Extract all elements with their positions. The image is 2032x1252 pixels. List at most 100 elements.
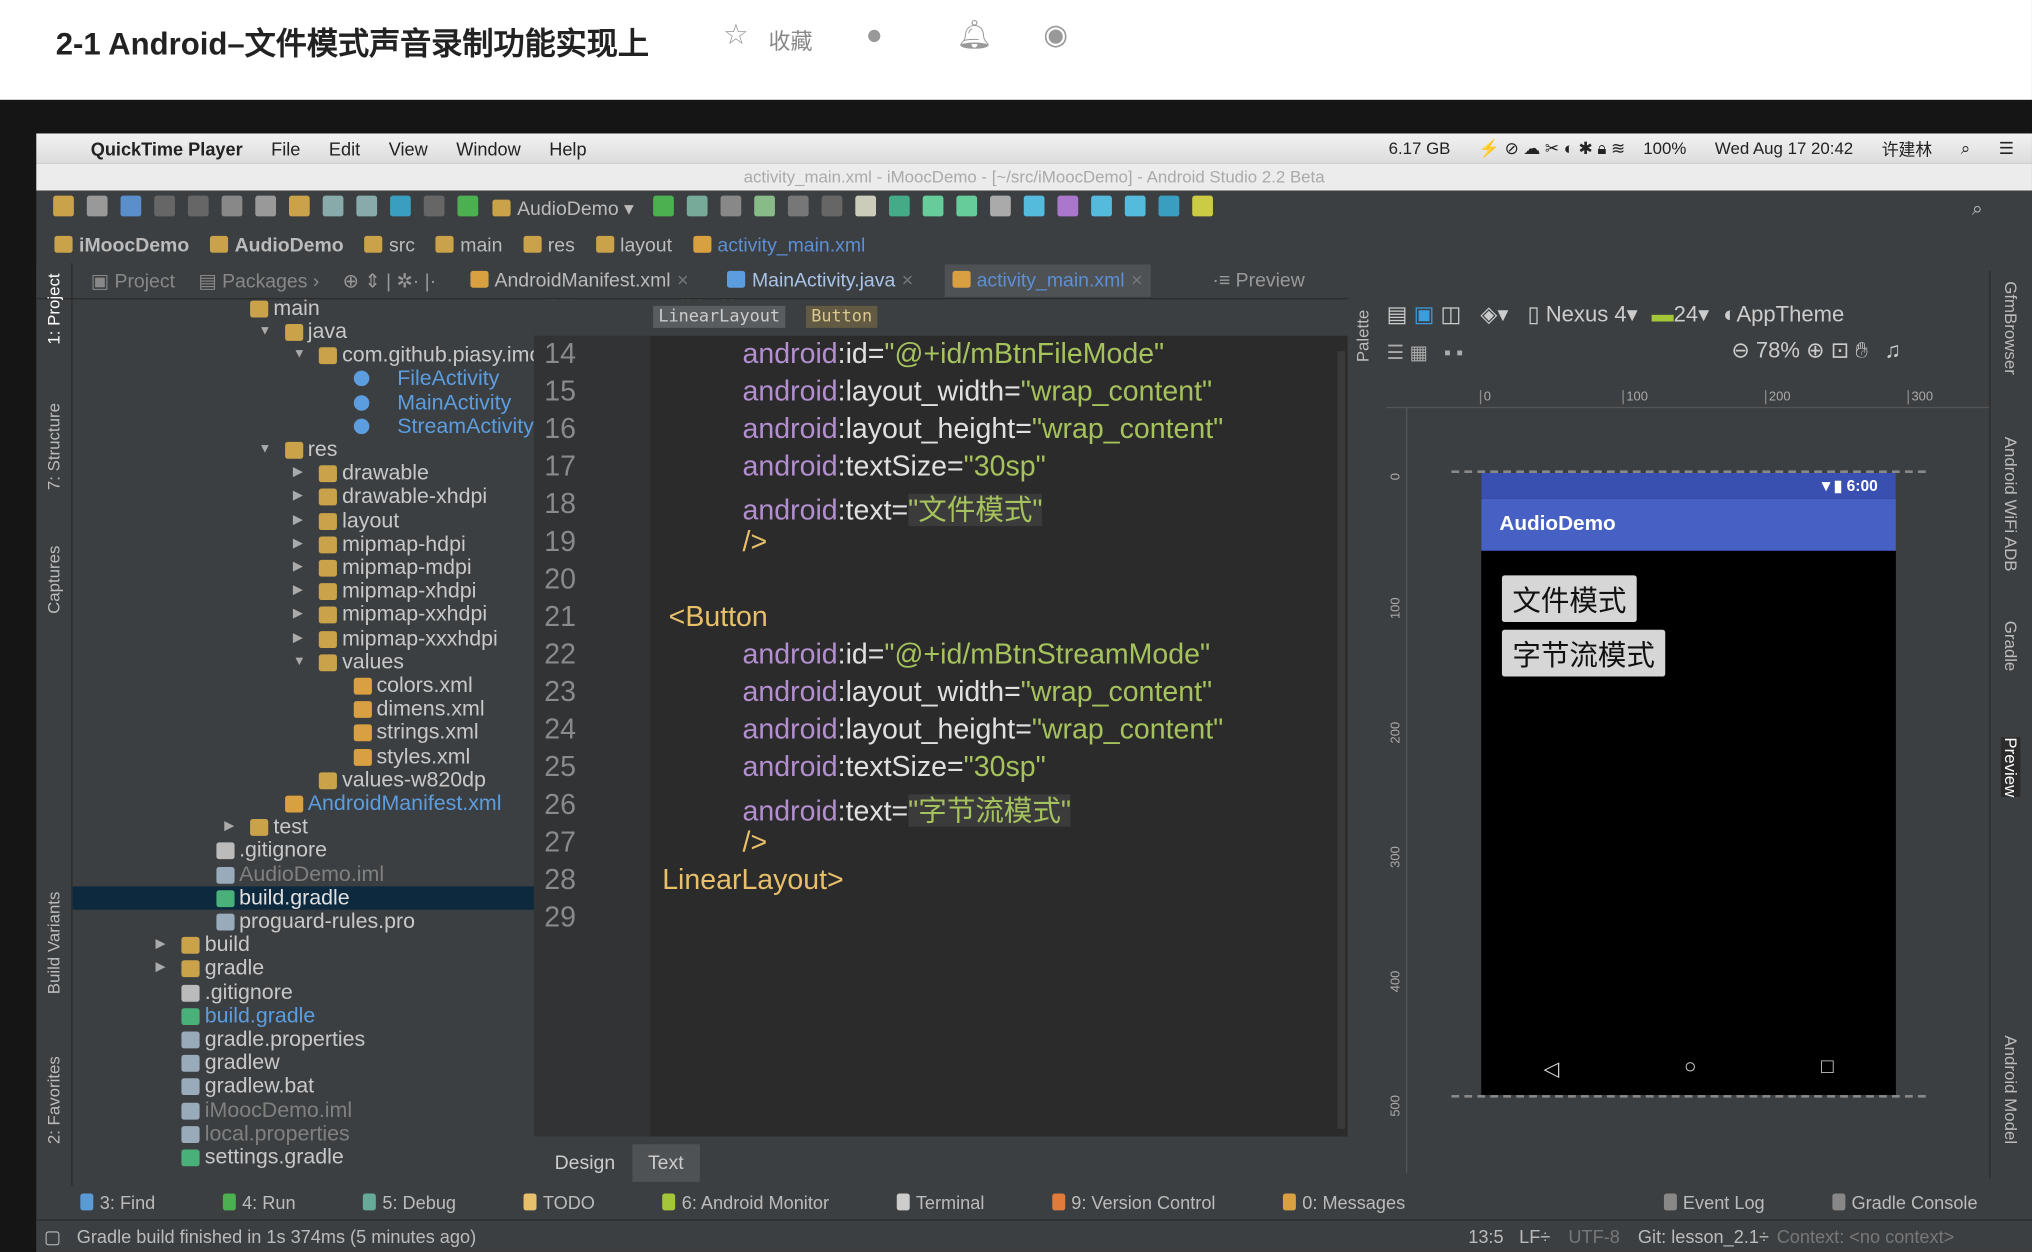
tree-item[interactable]: ▶ mipmap-xhdpi [73,580,534,603]
zoom-in-icon[interactable]: ⊕ [1806,338,1824,363]
expand-right-icon[interactable]: ▶ [293,603,303,626]
line-separator[interactable]: LF÷ [1519,1226,1550,1247]
api-dropdown[interactable]: ▬24▾ [1652,302,1710,327]
code-line[interactable]: android:layout_height="wrap_content" [743,412,1224,446]
expand-down-icon[interactable]: ▼ [293,650,306,673]
notification-list-icon[interactable]: ☰ [1999,138,2014,159]
tree-item[interactable]: ▼ com.github.piasy.imo [73,344,534,367]
expand-right-icon[interactable]: ▶ [224,815,234,838]
expand-down-icon[interactable]: ▼ [259,320,272,343]
tab-packages[interactable]: ▤ Packages › [198,269,319,292]
expand-right-icon[interactable]: ▶ [293,532,303,555]
breadcrumb-item[interactable]: layout [595,234,672,256]
tree-item[interactable]: AndroidManifest.xml [73,792,534,815]
tree-item[interactable]: gradle.properties [73,1028,534,1051]
toolbar-icons-right[interactable] [647,195,1220,222]
tree-item[interactable]: ▼ values [73,650,534,673]
menu-help[interactable]: Help [549,138,586,159]
menu-window[interactable]: Window [456,138,521,159]
stream-mode-button[interactable]: 字节流模式 [1501,629,1666,677]
tool-window-right-1[interactable]: Gradle Console [1832,1192,2011,1213]
close-tab-icon[interactable]: × [902,270,913,292]
crumb-linearlayout[interactable]: LinearLayout [653,305,786,328]
tree-item[interactable]: main [73,299,534,320]
back-icon[interactable]: ◁ [1543,1056,1559,1082]
stripe-android-model[interactable]: Android Model [2001,1035,2020,1144]
breadcrumb-item[interactable]: AudioDemo [209,234,344,256]
expand-right-icon[interactable]: ▶ [293,556,303,579]
tool-window-6[interactable]: 9: Version Control [1051,1192,1249,1213]
tree-item[interactable]: ▶ drawable-xhdpi [73,485,534,508]
palette-tab[interactable]: Palette [1353,310,1372,362]
tree-item[interactable]: .gitignore [73,980,534,1004]
tree-item[interactable]: ▼ res [73,438,534,461]
stripe-preview[interactable]: Preview [2000,737,2021,798]
tree-item[interactable]: proguard-rules.pro [73,910,534,933]
tree-item[interactable]: AudioDemo.iml [73,863,534,886]
stripe-build-variants[interactable]: Build Variants [44,892,63,995]
code-line[interactable]: android:id="@+id/mBtnFileMode" [743,337,1165,371]
stripe-gfmbrowser[interactable]: GfmBrowser [2001,281,2020,375]
close-tab-icon[interactable]: × [1131,270,1142,292]
expand-right-icon[interactable]: ▶ [156,957,166,980]
editor-scrollbar[interactable] [1337,351,1346,1129]
file-mode-button[interactable]: 文件模式 [1501,575,1637,623]
tree-item[interactable]: build.gradle [73,1004,534,1027]
design-view-icon[interactable]: ▤ [1387,302,1408,327]
code-line[interactable]: android:text="文件模式" [743,487,1043,528]
favorite-button[interactable]: 收藏 [768,23,812,55]
expand-right-icon[interactable]: ▶ [121,1169,131,1170]
device-dropdown[interactable]: ▯ Nexus 4▾ [1528,302,1638,327]
tool-window-5[interactable]: Terminal [896,1192,1018,1213]
pan-icon[interactable]: ✋︎ [1855,338,1868,363]
tree-item[interactable]: FileActivity [73,367,534,391]
tree-item[interactable]: ▶ mipmap-hdpi [73,532,534,555]
code-line[interactable]: android:textSize="30sp" [743,450,1046,484]
search-everywhere-icon[interactable]: ⌕ [1972,198,1983,220]
code-line[interactable]: android:layout_height="wrap_content" [743,713,1224,747]
notification-bell-icon[interactable]: ♫ [1884,338,1901,363]
code-line[interactable]: android:layout_width="wrap_content" [743,675,1213,709]
tree-item[interactable]: ▶ drawable [73,462,534,485]
tree-item[interactable]: ▶ External Libraries [73,1169,534,1170]
tree-item[interactable]: ▶ mipmap-xxxhdpi [73,627,534,650]
recents-icon[interactable]: □ [1821,1056,1834,1082]
tree-item[interactable]: ▶ build [73,933,534,956]
tool-window-0[interactable]: 3: Find [80,1192,189,1213]
code-line[interactable]: /> [743,825,768,859]
bell-icon[interactable]: 🔔︎ [956,18,992,52]
code-editor[interactable]: 1314151617181920212223242526272829 <Butt… [533,299,1348,1137]
file-encoding[interactable]: UTF-8 [1568,1226,1619,1247]
menu-edit[interactable]: Edit [329,138,360,159]
theme-dropdown[interactable]: ◐AppTheme [1723,302,1844,327]
tree-item[interactable]: MainActivity [73,391,534,414]
tree-item[interactable]: settings.gradle [73,1146,534,1169]
menu-app[interactable]: QuickTime Player [91,138,243,159]
tree-item[interactable]: styles.xml [73,745,534,768]
code-line[interactable]: android:id="@+id/mBtnStreamMode" [743,638,1211,672]
tree-item[interactable]: build.gradle [72,886,534,910]
expand-right-icon[interactable]: ▶ [293,462,303,485]
tree-item[interactable]: values-w820dp [73,768,534,792]
zoom-fit-icon[interactable]: ⊡ [1831,338,1849,363]
tree-item[interactable]: ▼ java [73,320,534,343]
stripe-wifi-adb[interactable]: Android WiFi ADB [2001,437,2020,572]
tree-item[interactable]: ▶ layout [73,509,534,532]
menu-view[interactable]: View [389,138,428,159]
home-icon[interactable]: ○ [1684,1056,1697,1082]
blueprint-view-icon[interactable]: ▣ [1414,302,1435,327]
tree-item[interactable]: strings.xml [73,721,534,744]
user-name[interactable]: 许建林 [1882,136,1933,161]
tool-window-2[interactable]: 5: Debug [362,1192,490,1213]
breadcrumb-item[interactable]: res [523,234,575,256]
caret-position[interactable]: 13:5 [1468,1226,1503,1247]
breadcrumb-item[interactable]: iMoocDemo [54,234,189,256]
toggle-tool-windows-icon[interactable]: ▢ [44,1225,61,1247]
stripe-structure[interactable]: 7: Structure [44,403,63,490]
expand-right-icon[interactable]: ▶ [293,627,303,650]
orientation-icon[interactable]: ◈▾ [1480,302,1508,327]
crumb-button[interactable]: Button [806,305,878,328]
layout-tools[interactable]: ☰ ▦ ▪ ▪ [1387,341,1464,364]
tool-window-3[interactable]: TODO [523,1192,628,1213]
run-config-dropdown[interactable]: AudioDemo ▾ [492,197,634,220]
